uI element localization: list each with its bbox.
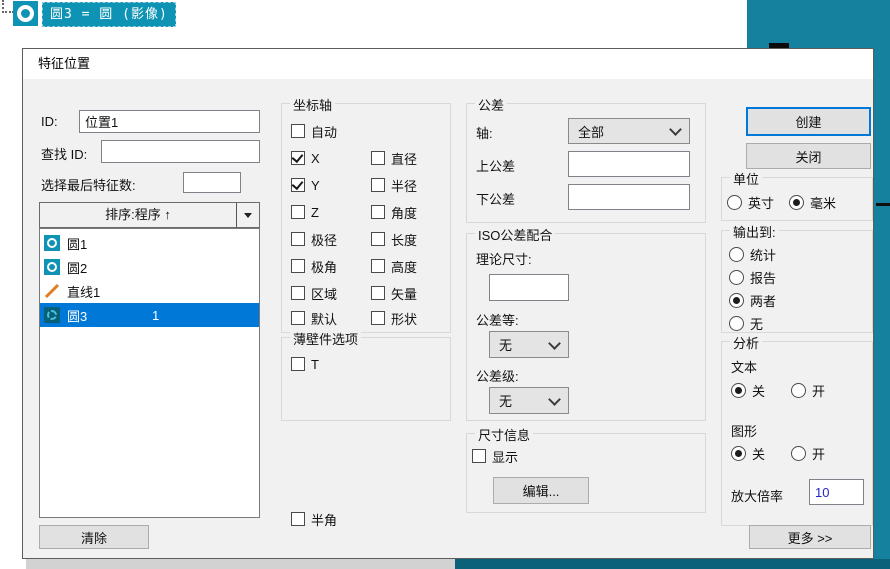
nominal-size-label: 理论尺寸:: [476, 249, 532, 268]
edit-button[interactable]: 编辑...: [493, 477, 589, 504]
output-group-title: 输出到:: [730, 222, 779, 241]
axis-label: 轴:: [476, 123, 493, 142]
radio-report[interactable]: 报告: [729, 268, 776, 286]
feature-name: 圆1: [67, 234, 87, 253]
sort-header[interactable]: 排序:程序 ↑: [39, 202, 260, 228]
checkbox-half-angle[interactable]: 半角: [291, 510, 337, 528]
sort-dropdown-button[interactable]: [236, 203, 259, 227]
circle-feature-icon: [44, 235, 60, 251]
window-edge: [26, 559, 455, 569]
screen: 圆3 = 圆 (影像) 特征位置 ID: 查找 ID: 选择最后特征数: 排序:…: [0, 0, 890, 569]
chevron-down-icon: [244, 213, 252, 218]
checkbox-area[interactable]: 区域: [291, 284, 337, 302]
last-feature-count-input[interactable]: [183, 172, 241, 193]
tolerance-class-dropdown[interactable]: 无: [489, 387, 569, 414]
find-id-input[interactable]: [101, 140, 260, 163]
upper-tolerance-input[interactable]: [568, 151, 690, 177]
feature-list[interactable]: 圆1 圆2 直线1 圆3 1: [39, 228, 260, 518]
tolerance-class-label: 公差级:: [476, 366, 519, 385]
radio-both[interactable]: 两者: [729, 291, 776, 309]
radio-text-off[interactable]: 关: [731, 381, 765, 399]
axis-dropdown[interactable]: 全部: [568, 118, 690, 144]
graphic-label: 图形: [731, 421, 757, 440]
feature-name: 直线1: [67, 282, 100, 301]
checkbox-vector[interactable]: 矢量: [371, 284, 417, 302]
radio-stats[interactable]: 统计: [729, 245, 776, 263]
chevron-down-icon: [669, 123, 682, 136]
more-button[interactable]: 更多 >>: [749, 525, 871, 549]
tolerance-grade-value: 无: [499, 335, 512, 354]
id-label: ID:: [41, 114, 58, 129]
radio-graphic-off[interactable]: 关: [731, 444, 765, 462]
radio-mm[interactable]: 毫米: [789, 193, 836, 211]
thin-wall-group-title: 薄壁件选项: [290, 329, 361, 348]
id-input[interactable]: [79, 110, 260, 133]
checkbox-shape[interactable]: 形状: [371, 309, 417, 327]
dashed-circle-feature-icon: [44, 307, 60, 323]
lower-tolerance-input[interactable]: [568, 184, 690, 210]
checkbox-default[interactable]: 默认: [291, 309, 337, 327]
cad-geometry-line: [876, 203, 890, 206]
radio-none[interactable]: 无: [729, 314, 763, 332]
radio-text-on[interactable]: 开: [791, 381, 825, 399]
checkbox-height[interactable]: 高度: [371, 257, 417, 275]
checkbox-z[interactable]: Z: [291, 203, 319, 221]
circle-feature-icon: [13, 1, 38, 26]
close-button[interactable]: 关闭: [746, 143, 871, 169]
cad-viewport-bottom: [455, 559, 890, 569]
iso-fit-group-title: ISO公差配合: [475, 225, 555, 244]
edit-window-command-line[interactable]: 圆3 = 圆 (影像): [42, 2, 176, 27]
checkbox-x[interactable]: X: [291, 149, 320, 167]
checkbox-polar-radius[interactable]: 极径: [291, 230, 337, 248]
chevron-down-icon: [548, 393, 561, 406]
last-feature-count-label: 选择最后特征数:: [41, 175, 136, 194]
checkbox-polar-angle[interactable]: 极角: [291, 257, 337, 275]
list-item[interactable]: 圆3 1: [40, 303, 259, 327]
dimension-info-group-title: 尺寸信息: [475, 425, 533, 444]
tolerance-grade-dropdown[interactable]: 无: [489, 331, 569, 358]
units-group-title: 单位: [730, 169, 762, 188]
find-id-label: 查找 ID:: [41, 144, 87, 163]
tolerance-grade-label: 公差等:: [476, 310, 519, 329]
text-label: 文本: [731, 357, 757, 376]
checkbox-show[interactable]: 显示: [472, 447, 518, 465]
upper-tolerance-label: 上公差: [476, 156, 515, 175]
checkbox-auto[interactable]: 自动: [291, 122, 337, 140]
line-feature-icon: [44, 283, 60, 299]
feature-location-dialog: 特征位置 ID: 查找 ID: 选择最后特征数: 排序:程序 ↑ 圆1 圆2: [22, 48, 874, 559]
analysis-group-title: 分析: [730, 333, 762, 352]
tolerance-group-title: 公差: [475, 95, 507, 114]
magnification-label: 放大倍率: [731, 486, 783, 505]
feature-extra: 1: [152, 308, 159, 323]
checkbox-radius[interactable]: 半径: [371, 176, 417, 194]
checkbox-diameter[interactable]: 直径: [371, 149, 417, 167]
checkbox-t[interactable]: T: [291, 355, 319, 373]
nominal-size-input[interactable]: [489, 274, 569, 301]
clear-button[interactable]: 清除: [39, 525, 149, 549]
axes-group-title: 坐标轴: [290, 95, 335, 114]
list-item[interactable]: 直线1: [40, 279, 259, 303]
sort-header-label: 排序:程序 ↑: [40, 203, 236, 227]
create-button[interactable]: 创建: [746, 107, 871, 136]
dialog-title: 特征位置: [23, 49, 873, 79]
axis-dropdown-value: 全部: [578, 122, 604, 141]
circle-feature-icon: [44, 259, 60, 275]
list-item[interactable]: 圆2: [40, 255, 259, 279]
list-item[interactable]: 圆1: [40, 231, 259, 255]
checkbox-length[interactable]: 长度: [371, 230, 417, 248]
feature-name: 圆2: [67, 258, 87, 277]
chevron-down-icon: [548, 337, 561, 350]
checkbox-angle[interactable]: 角度: [371, 203, 417, 221]
feature-name: 圆3: [67, 306, 87, 325]
checkbox-y[interactable]: Y: [291, 176, 320, 194]
tolerance-class-value: 无: [499, 391, 512, 410]
thin-wall-group: 薄壁件选项: [281, 337, 451, 421]
lower-tolerance-label: 下公差: [476, 189, 515, 208]
radio-inch[interactable]: 英寸: [727, 193, 774, 211]
magnification-input[interactable]: [809, 479, 864, 505]
radio-graphic-on[interactable]: 开: [791, 444, 825, 462]
